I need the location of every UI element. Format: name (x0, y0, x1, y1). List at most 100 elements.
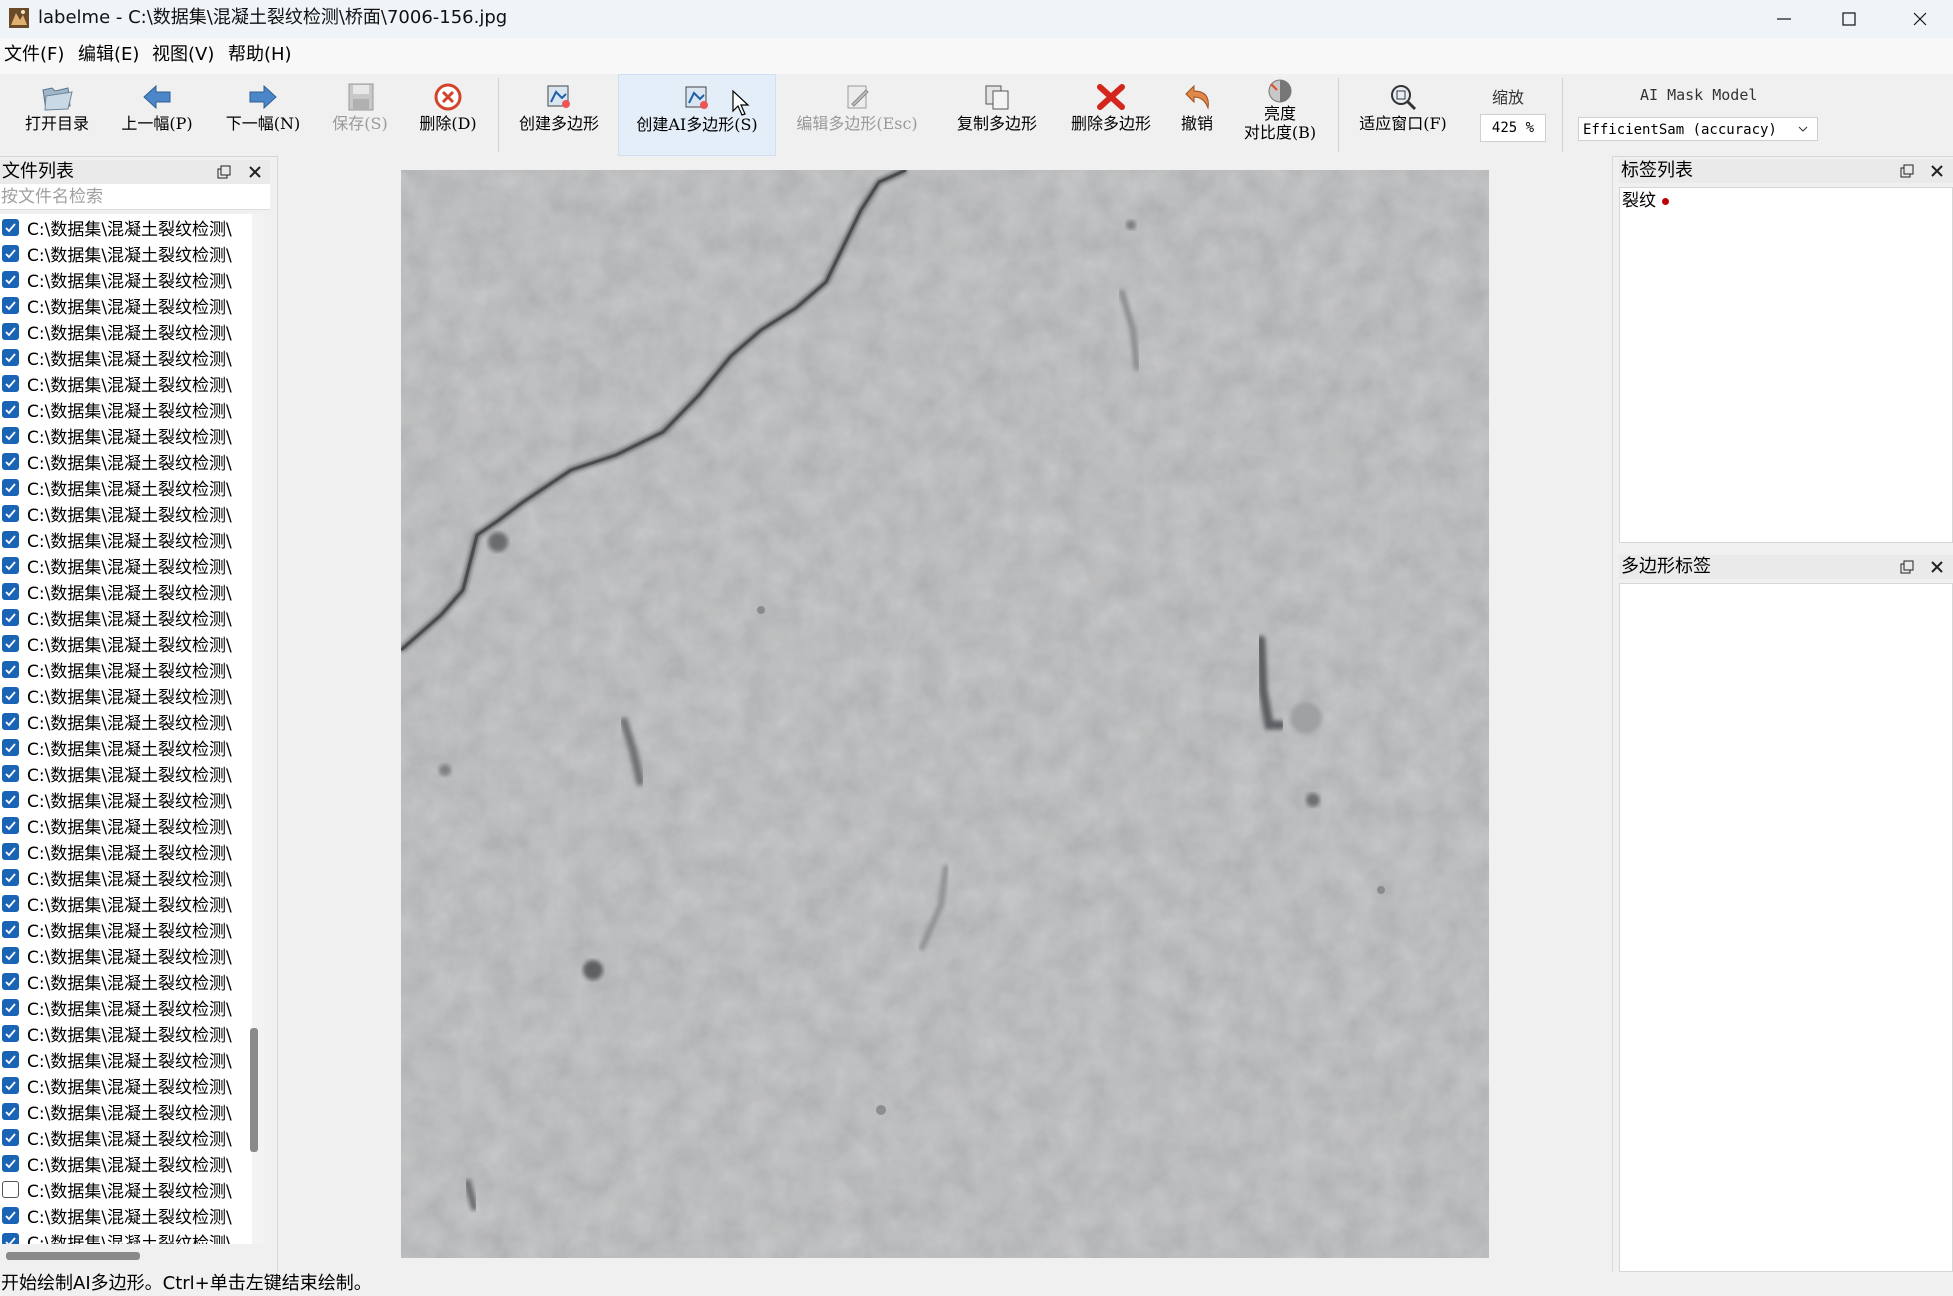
file-list-item[interactable]: C:\数据集\混凝土裂纹检测\ (0, 864, 252, 890)
file-checkbox[interactable] (2, 218, 19, 236)
float-dock-button[interactable] (1897, 557, 1917, 577)
file-checkbox[interactable] (2, 738, 19, 756)
file-checkbox[interactable] (2, 608, 19, 626)
file-checkbox[interactable] (2, 842, 19, 860)
file-checkbox[interactable] (2, 868, 19, 886)
file-list-item[interactable]: C:\数据集\混凝土裂纹检测\ (0, 682, 252, 708)
file-list-item[interactable]: C:\数据集\混凝土裂纹检测\ (0, 370, 252, 396)
file-list-item[interactable]: C:\数据集\混凝土裂纹检测\ (0, 994, 252, 1020)
file-checkbox[interactable] (2, 270, 19, 288)
close-dock-button[interactable] (1927, 161, 1947, 181)
file-checkbox[interactable] (2, 400, 19, 418)
undo-button[interactable]: 撤销 (1172, 74, 1222, 156)
file-list-item[interactable]: C:\数据集\混凝土裂纹检测\ (0, 578, 252, 604)
file-list-item[interactable]: C:\数据集\混凝土裂纹检测\ (0, 500, 252, 526)
file-list-item[interactable]: C:\数据集\混凝土裂纹检测\ (0, 1202, 252, 1228)
file-checkbox[interactable] (2, 556, 19, 574)
file-list-item[interactable]: C:\数据集\混凝土裂纹检测\ (0, 396, 252, 422)
file-list-item[interactable]: C:\数据集\混凝土裂纹检测\ (0, 916, 252, 942)
open-dir-button[interactable]: 打开目录 (14, 74, 100, 156)
file-list-item[interactable]: C:\数据集\混凝土裂纹检测\ (0, 1124, 252, 1150)
horizontal-scroll-thumb[interactable] (6, 1252, 140, 1260)
minimize-button[interactable] (1748, 0, 1820, 38)
menu-help[interactable]: 帮助(H) (228, 44, 292, 66)
file-list-item[interactable]: C:\数据集\混凝土裂纹检测\ (0, 656, 252, 682)
file-search-input[interactable] (0, 184, 270, 210)
zoom-input[interactable]: 425 % (1480, 114, 1546, 142)
file-checkbox[interactable] (2, 1206, 19, 1224)
file-list-item[interactable]: C:\数据集\混凝土裂纹检测\ (0, 942, 252, 968)
file-checkbox[interactable] (2, 816, 19, 834)
file-checkbox[interactable] (2, 764, 19, 782)
file-list-item[interactable]: C:\数据集\混凝土裂纹检测\ (0, 344, 252, 370)
file-checkbox[interactable] (2, 530, 19, 548)
concrete-crack-image[interactable] (401, 170, 1489, 1258)
file-list-item[interactable]: C:\数据集\混凝土裂纹检测\ (0, 214, 252, 240)
ai-model-select[interactable]: EfficientSam (accuracy) (1578, 117, 1818, 141)
file-list-item[interactable]: C:\数据集\混凝土裂纹检测\ (0, 838, 252, 864)
file-list-item[interactable]: C:\数据集\混凝土裂纹检测\ (0, 448, 252, 474)
edit-polygon-button[interactable]: 编辑多边形(Esc) (786, 74, 928, 156)
file-checkbox[interactable] (2, 1128, 19, 1146)
next-image-button[interactable]: 下一幅(N) (218, 74, 308, 156)
file-checkbox[interactable] (2, 972, 19, 990)
file-checkbox[interactable] (2, 790, 19, 808)
file-checkbox[interactable] (2, 686, 19, 704)
file-list-item[interactable]: C:\数据集\混凝土裂纹检测\ (0, 630, 252, 656)
file-list-item[interactable]: C:\数据集\混凝土裂纹检测\ (0, 760, 252, 786)
prev-image-button[interactable]: 上一幅(P) (112, 74, 202, 156)
file-list-item[interactable]: C:\数据集\混凝土裂纹检测\ (0, 422, 252, 448)
menu-edit[interactable]: 编辑(E) (78, 44, 139, 66)
brightness-contrast-button[interactable]: 亮度 对比度(B) (1234, 74, 1326, 156)
file-checkbox[interactable] (2, 660, 19, 678)
file-checkbox[interactable] (2, 244, 19, 262)
file-checkbox[interactable] (2, 946, 19, 964)
file-list-item[interactable]: C:\数据集\混凝土裂纹检测\ (0, 1072, 252, 1098)
file-checkbox[interactable] (2, 1050, 19, 1068)
file-checkbox[interactable] (2, 1024, 19, 1042)
close-window-button[interactable] (1884, 0, 1953, 38)
file-checkbox[interactable] (2, 920, 19, 938)
float-dock-button[interactable] (214, 162, 234, 182)
delete-file-button[interactable]: 删除(D) (410, 74, 486, 156)
menu-view[interactable]: 视图(V) (152, 44, 214, 66)
close-dock-button[interactable] (1927, 557, 1947, 577)
create-polygon-button[interactable]: 创建多边形 (506, 74, 612, 156)
file-list-item[interactable]: C:\数据集\混凝土裂纹检测\ (0, 968, 252, 994)
file-list-item[interactable]: C:\数据集\混凝土裂纹检测\ (0, 1176, 252, 1202)
file-checkbox[interactable] (2, 1232, 19, 1244)
label-item[interactable]: 裂纹 (1622, 190, 1669, 212)
delete-polygon-button[interactable]: 删除多边形 (1058, 74, 1164, 156)
file-checkbox[interactable] (2, 504, 19, 522)
file-list-item[interactable]: C:\数据集\混凝土裂纹检测\ (0, 1046, 252, 1072)
file-list-item[interactable]: C:\数据集\混凝土裂纹检测\ (0, 890, 252, 916)
file-checkbox[interactable] (2, 374, 19, 392)
copy-polygon-button[interactable]: 复制多边形 (944, 74, 1050, 156)
float-dock-button[interactable] (1897, 161, 1917, 181)
file-list-item[interactable]: C:\数据集\混凝土裂纹检测\ (0, 292, 252, 318)
file-list-item[interactable]: C:\数据集\混凝土裂纹检测\ (0, 812, 252, 838)
file-checkbox[interactable] (2, 296, 19, 314)
file-list-item[interactable]: C:\数据集\混凝土裂纹检测\ (0, 1228, 252, 1244)
file-list-item[interactable]: C:\数据集\混凝土裂纹检测\ (0, 526, 252, 552)
file-checkbox[interactable] (2, 582, 19, 600)
file-checkbox[interactable] (2, 712, 19, 730)
file-checkbox[interactable] (2, 426, 19, 444)
menu-file[interactable]: 文件(F) (4, 44, 64, 66)
file-list-item[interactable]: C:\数据集\混凝土裂纹检测\ (0, 474, 252, 500)
file-checkbox[interactable] (2, 478, 19, 496)
maximize-button[interactable] (1813, 0, 1885, 38)
file-checkbox[interactable] (2, 452, 19, 470)
save-button[interactable]: 保存(S) (322, 74, 398, 156)
file-checkbox[interactable] (2, 348, 19, 366)
file-list-item[interactable]: C:\数据集\混凝土裂纹检测\ (0, 266, 252, 292)
file-checkbox[interactable] (2, 998, 19, 1016)
file-list-item[interactable]: C:\数据集\混凝土裂纹检测\ (0, 1020, 252, 1046)
file-list-item[interactable]: C:\数据集\混凝土裂纹检测\ (0, 240, 252, 266)
file-checkbox[interactable] (2, 1076, 19, 1094)
file-list-item[interactable]: C:\数据集\混凝土裂纹检测\ (0, 786, 252, 812)
file-checkbox[interactable] (2, 634, 19, 652)
file-list-item[interactable]: C:\数据集\混凝土裂纹检测\ (0, 1150, 252, 1176)
create-ai-polygon-button[interactable]: 创建AI多边形(S) (618, 74, 776, 156)
file-list-item[interactable]: C:\数据集\混凝土裂纹检测\ (0, 552, 252, 578)
